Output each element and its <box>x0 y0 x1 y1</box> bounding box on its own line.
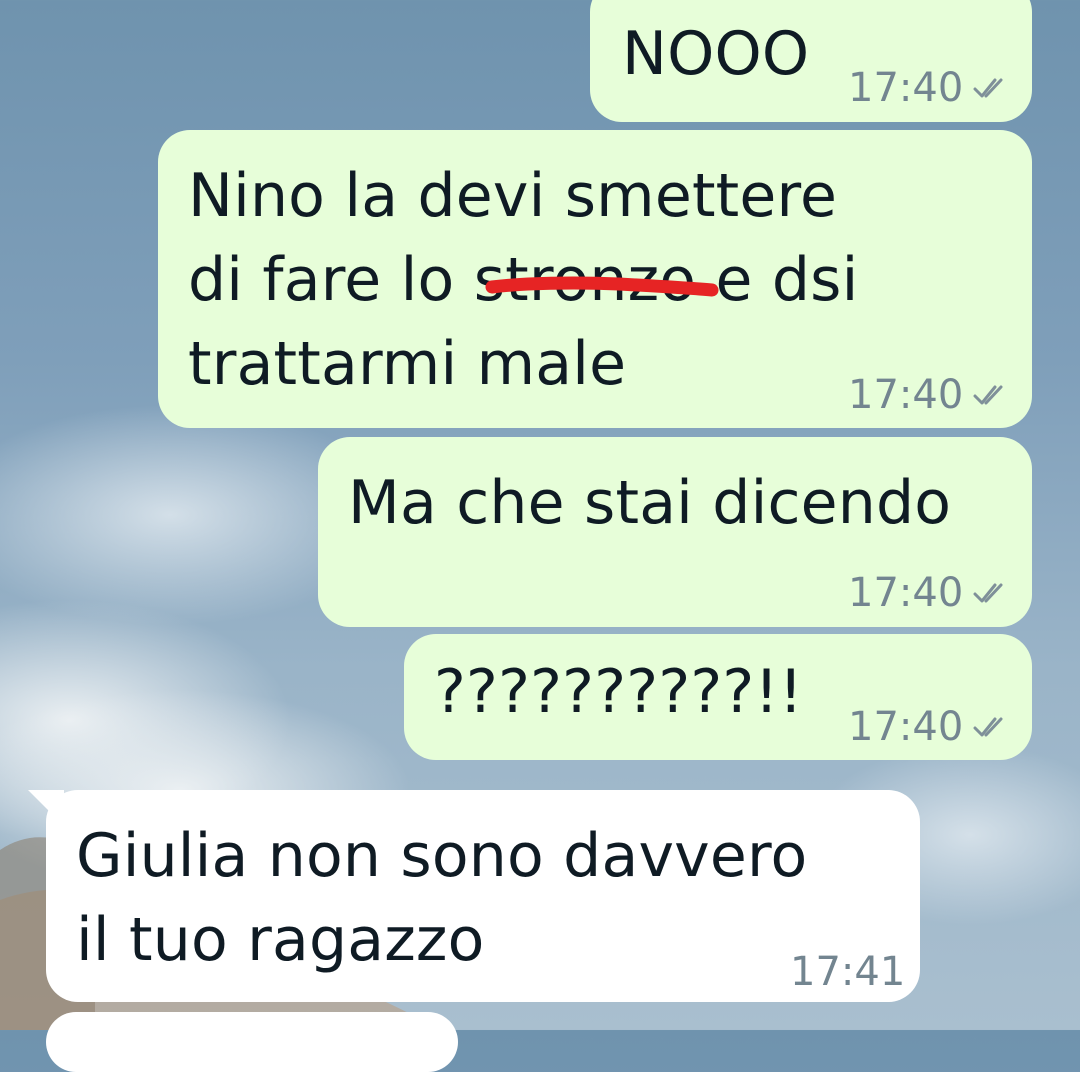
message-bubble-incoming[interactable]: Giulia non sono davvero il tuo ragazzo 1… <box>46 790 920 1002</box>
double-check-icon <box>973 383 1013 407</box>
message-time: 17:40 <box>848 65 964 111</box>
double-check-icon <box>973 581 1013 605</box>
message-time: 17:40 <box>848 704 964 750</box>
message-text: ??????????!! <box>434 657 803 727</box>
message-line-1: Nino la devi smettere <box>188 161 838 231</box>
message-line-3: trattarmi male <box>188 329 627 399</box>
message-meta: 17:41 <box>790 952 905 992</box>
message-bubble-outgoing[interactable]: Ma che stai dicendo 17:40 <box>318 437 1032 627</box>
message-bubble-outgoing[interactable]: NOOO 17:40 <box>590 0 1032 122</box>
message-text: NOOO <box>622 19 810 89</box>
message-line-2: il tuo ragazzo <box>76 905 485 975</box>
message-text: Ma che stai dicendo <box>348 468 952 538</box>
message-line-2: di fare lo stronzo e dsi <box>188 245 859 315</box>
double-check-icon <box>973 715 1013 739</box>
message-meta: 17:40 <box>848 707 1013 747</box>
message-time: 17:40 <box>848 372 964 418</box>
message-meta: 17:40 <box>848 573 1013 613</box>
message-bubble-incoming-partial[interactable] <box>46 1012 458 1072</box>
message-meta: 17:40 <box>848 68 1013 108</box>
message-bubble-outgoing[interactable]: ??????????!! 17:40 <box>404 634 1032 760</box>
message-line-1: Giulia non sono davvero <box>76 821 808 891</box>
message-meta: 17:40 <box>848 375 1013 415</box>
message-bubble-outgoing[interactable]: Nino la devi smettere di fare lo stronzo… <box>158 130 1032 428</box>
message-time: 17:41 <box>790 949 906 995</box>
double-check-icon <box>973 76 1013 100</box>
message-time: 17:40 <box>848 570 964 616</box>
